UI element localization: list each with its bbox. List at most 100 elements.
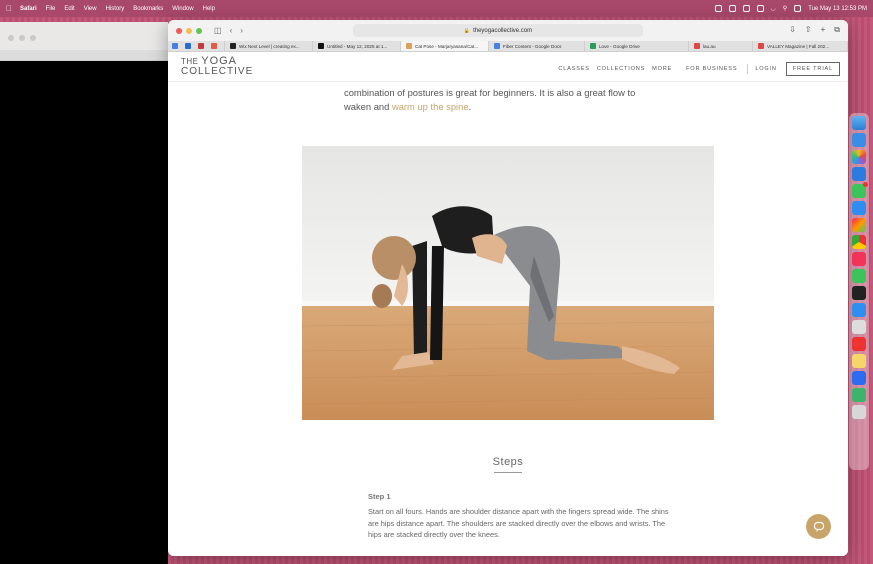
- cat-pose-illustration: [302, 146, 714, 420]
- chrome-icon[interactable]: [852, 167, 866, 181]
- url-text: theyogacollective.com: [473, 27, 533, 34]
- menu-view[interactable]: View: [84, 6, 97, 12]
- new-tab-icon[interactable]: +: [821, 25, 826, 35]
- nav-for-business[interactable]: FOR BUSINESS: [686, 66, 737, 72]
- tab-label: lau.au: [703, 43, 716, 49]
- step-1-text: Start on all fours. Hands are shoulder d…: [368, 507, 669, 539]
- maps-icon[interactable]: [852, 388, 866, 402]
- pinned-tab[interactable]: [198, 43, 204, 49]
- tab-wix[interactable]: Wix Next Level | creating ex...: [225, 41, 313, 51]
- tab-label: VALLEY Magazine | Fall 202...: [767, 43, 830, 49]
- address-bar[interactable]: 🔒 theyogacollective.com: [353, 24, 643, 37]
- dock: [849, 113, 869, 470]
- nav-collections[interactable]: COLLECTIONS: [597, 66, 645, 72]
- tab-valley-magazine[interactable]: VALLEY Magazine | Fall 202...: [753, 41, 848, 51]
- share-icon[interactable]: ⇧: [805, 25, 812, 35]
- tab-cat-pose[interactable]: Cat Pose - Marjaryasana/Cat...: [401, 41, 489, 51]
- tab-label: Wix Next Level | creating ex...: [239, 43, 300, 49]
- background-window-toolbar: [0, 22, 168, 61]
- steps-heading: Steps: [492, 456, 524, 468]
- nav-login[interactable]: LOGIN: [755, 66, 776, 72]
- menu-clock[interactable]: Tue May 13 12:53 PM: [808, 6, 867, 12]
- menu-history[interactable]: History: [106, 6, 125, 12]
- search-icon[interactable]: ⚲: [783, 5, 787, 12]
- nav-more[interactable]: MORE: [652, 66, 672, 72]
- chat-support-button[interactable]: [806, 514, 831, 539]
- facetime-icon[interactable]: [852, 182, 868, 198]
- tab-google-drive[interactable]: Love - Google Drive: [585, 41, 689, 51]
- messages-icon[interactable]: [852, 269, 866, 283]
- control-center-icon[interactable]: [794, 5, 802, 12]
- zoom-icon[interactable]: [196, 27, 202, 34]
- back-icon[interactable]: ‹: [230, 26, 233, 35]
- free-trial-button[interactable]: FREE TRIAL: [785, 62, 840, 76]
- status-icon[interactable]: [728, 5, 736, 12]
- sidebar-toggle-icon[interactable]: ◫: [214, 26, 222, 35]
- step-1-title: Step 1: [368, 492, 391, 501]
- window-controls: [176, 27, 202, 34]
- wifi-icon[interactable]: ◡: [771, 5, 776, 12]
- clock-icon[interactable]: [852, 337, 866, 351]
- phone-mirror-icon[interactable]: [852, 320, 866, 334]
- menu-app-name[interactable]: Safari: [20, 6, 37, 12]
- tab-bar: Wix Next Level | creating ex... Untitled…: [168, 41, 848, 52]
- nav-divider: [747, 64, 749, 74]
- status-icon[interactable]: [714, 5, 722, 12]
- zoom-icon[interactable]: [852, 371, 866, 385]
- tab-favicon: [494, 43, 500, 49]
- tab-label: Fiber Content - Google Docs: [503, 43, 562, 49]
- chrome-icon[interactable]: [852, 235, 866, 249]
- browser-toolbar: ◫ ‹ › G 🔒 theyogacollective.com ⇩ ⇧ + ⧉: [168, 20, 848, 41]
- trash-icon[interactable]: [852, 405, 866, 419]
- menu-help[interactable]: Help: [203, 6, 215, 12]
- warm-up-spine-link[interactable]: warm up the spine: [392, 101, 469, 112]
- menu-edit[interactable]: Edit: [64, 6, 74, 12]
- tab-overview-icon[interactable]: ⧉: [834, 25, 840, 35]
- tab-label: Love - Google Drive: [599, 43, 640, 49]
- pinned-tab[interactable]: [172, 43, 178, 49]
- tab-favicon: [318, 43, 324, 49]
- minimize-icon[interactable]: [186, 27, 192, 34]
- finder-icon[interactable]: [852, 116, 866, 130]
- status-icon[interactable]: [742, 5, 750, 12]
- app-store-icon[interactable]: [852, 201, 866, 215]
- menu-file[interactable]: File: [46, 6, 56, 12]
- tab-lau[interactable]: lau.au: [689, 41, 753, 51]
- music-icon[interactable]: [852, 252, 866, 266]
- apple-menu-icon[interactable]: : [6, 4, 12, 13]
- pinned-tab[interactable]: [185, 43, 191, 49]
- logo-the: THE: [181, 57, 199, 66]
- close-icon[interactable]: [176, 27, 182, 34]
- mail-icon[interactable]: [852, 133, 866, 147]
- battery-icon[interactable]: [756, 5, 764, 12]
- menu-bookmarks[interactable]: Bookmarks: [133, 6, 163, 12]
- menu-bar:  Safari File Edit View History Bookmark…: [0, 0, 873, 17]
- threads-icon[interactable]: [852, 286, 866, 300]
- photos-icon[interactable]: [852, 150, 866, 164]
- download-icon[interactable]: ⇩: [789, 25, 796, 35]
- menu-window[interactable]: Window: [172, 6, 193, 12]
- safari-icon[interactable]: [852, 303, 866, 317]
- tab-favicon: [694, 43, 700, 49]
- status-area: ◡ ⚲ Tue May 13 12:53 PM: [714, 5, 867, 12]
- pinned-tabs: [168, 41, 225, 51]
- forward-icon[interactable]: ›: [240, 26, 243, 35]
- background-tab-strip: [0, 50, 168, 60]
- browser-window: ◫ ‹ › G 🔒 theyogacollective.com ⇩ ⇧ + ⧉ …: [168, 20, 848, 556]
- intro-paragraph: combination of postures is great for beg…: [344, 86, 664, 114]
- nav-classes[interactable]: CLASSES: [558, 66, 589, 72]
- tab-favicon: [230, 43, 236, 49]
- background-browser-window: [0, 22, 168, 564]
- lock-icon: 🔒: [463, 27, 471, 34]
- cat-pose-photo: [302, 146, 714, 420]
- intro-end: .: [468, 101, 472, 112]
- notes-icon[interactable]: [852, 354, 866, 368]
- tab-untitled[interactable]: Untitled - May 12, 2025 at 1...: [313, 41, 401, 51]
- site-logo[interactable]: THE YOGA COLLECTIVE: [181, 56, 253, 77]
- steps-underline: [494, 472, 522, 473]
- logo-collective: COLLECTIVE: [181, 66, 254, 77]
- tab-google-docs[interactable]: Fiber Content - Google Docs: [489, 41, 585, 51]
- launchpad-icon[interactable]: [852, 218, 866, 232]
- gmail-icon[interactable]: [211, 43, 217, 49]
- toolbar-actions: ⇩ ⇧ + ⧉: [789, 25, 840, 35]
